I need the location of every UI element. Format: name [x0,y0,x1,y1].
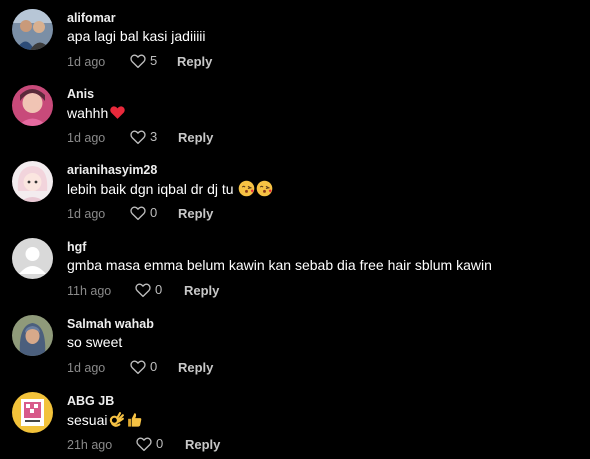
avatar[interactable] [12,161,53,202]
comment-text-content: sesuai [67,412,108,428]
reply-button[interactable]: Reply [178,360,213,375]
comment-text-content: gmba masa emma belum kawin kan sebab dia… [67,257,492,273]
comment-time: 21h ago [67,438,113,452]
comment-text: so sweet [67,334,122,350]
avatar[interactable] [12,238,53,279]
comment-text-content: so sweet [67,334,123,350]
reply-button[interactable]: Reply [178,130,213,145]
ok-hand-emoji [110,412,125,427]
avatar[interactable] [12,85,53,126]
kissing-face-emoji [257,180,273,197]
reply-button[interactable]: Reply [185,437,220,452]
comment-item: hgf gmba masa emma belum kawin kan sebab… [0,229,590,305]
kissing-face-emoji [239,180,255,197]
reply-button[interactable]: Reply [178,206,213,221]
thumbs-up-emoji [128,413,142,427]
like-count: 0 [150,205,158,220]
comment-item: Salmah wahab so sweet 1d ago 0 Reply [0,306,590,382]
reply-button[interactable]: Reply [177,54,212,69]
comment-text-content: wahhh [67,105,109,121]
comment-meta: 11h ago 0 Reply [67,281,367,301]
avatar[interactable] [12,392,53,433]
comment-meta: 1d ago 3 Reply [67,128,367,148]
heart-outline-icon[interactable] [129,204,147,222]
comment-username[interactable]: hgf [67,240,86,254]
comment-meta: 1d ago 5 Reply [67,52,367,72]
comment-text: lebih baik dgn iqbal dr dj tu [67,180,273,197]
like-count: 0 [155,282,163,297]
comment-item: ABG JB sesuai 21h ago 0 Reply [0,383,590,459]
comment-time: 1d ago [67,207,106,221]
comment-username[interactable]: ABG JB [67,394,114,408]
comment-text-content: apa lagi bal kasi jadiiiii [67,28,206,44]
comment-meta: 1d ago 0 Reply [67,204,367,224]
comment-text: apa lagi bal kasi jadiiiii [67,28,206,44]
comment-text: wahhh [67,104,126,121]
comment-time: 1d ago [67,131,106,145]
comment-time: 1d ago [67,55,106,69]
heart-outline-icon[interactable] [129,358,147,376]
comment-text-content: lebih baik dgn iqbal dr dj tu [67,181,234,197]
heart-outline-icon[interactable] [129,52,147,70]
comment-time: 11h ago [67,284,112,298]
heart-outline-icon[interactable] [135,435,153,453]
comment-item: arianihasyim28 lebih baik dgn iqbal dr d… [0,152,590,228]
comment-item: alifomar apa lagi bal kasi jadiiiii 1d a… [0,0,590,76]
comment-username[interactable]: arianihasyim28 [67,163,157,177]
reply-button[interactable]: Reply [184,283,219,298]
comment-username[interactable]: Anis [67,87,94,101]
heart-outline-icon[interactable] [134,281,152,299]
like-count: 5 [150,53,158,68]
comment-username[interactable]: alifomar [67,11,116,25]
red-heart-emoji [110,106,125,119]
comment-meta: 21h ago 0 Reply [67,435,367,455]
comment-text: gmba masa emma belum kawin kan sebab dia… [67,257,492,273]
avatar[interactable] [12,315,53,356]
like-count: 3 [150,129,158,144]
like-count: 0 [150,359,158,374]
comment-time: 1d ago [67,361,106,375]
comment-username[interactable]: Salmah wahab [67,317,154,331]
comment-item: Anis wahhh 1d ago 3 Reply [0,76,590,152]
avatar[interactable] [12,9,53,50]
comment-meta: 1d ago 0 Reply [67,358,367,378]
comment-text: sesuai [67,411,143,428]
heart-outline-icon[interactable] [129,128,147,146]
